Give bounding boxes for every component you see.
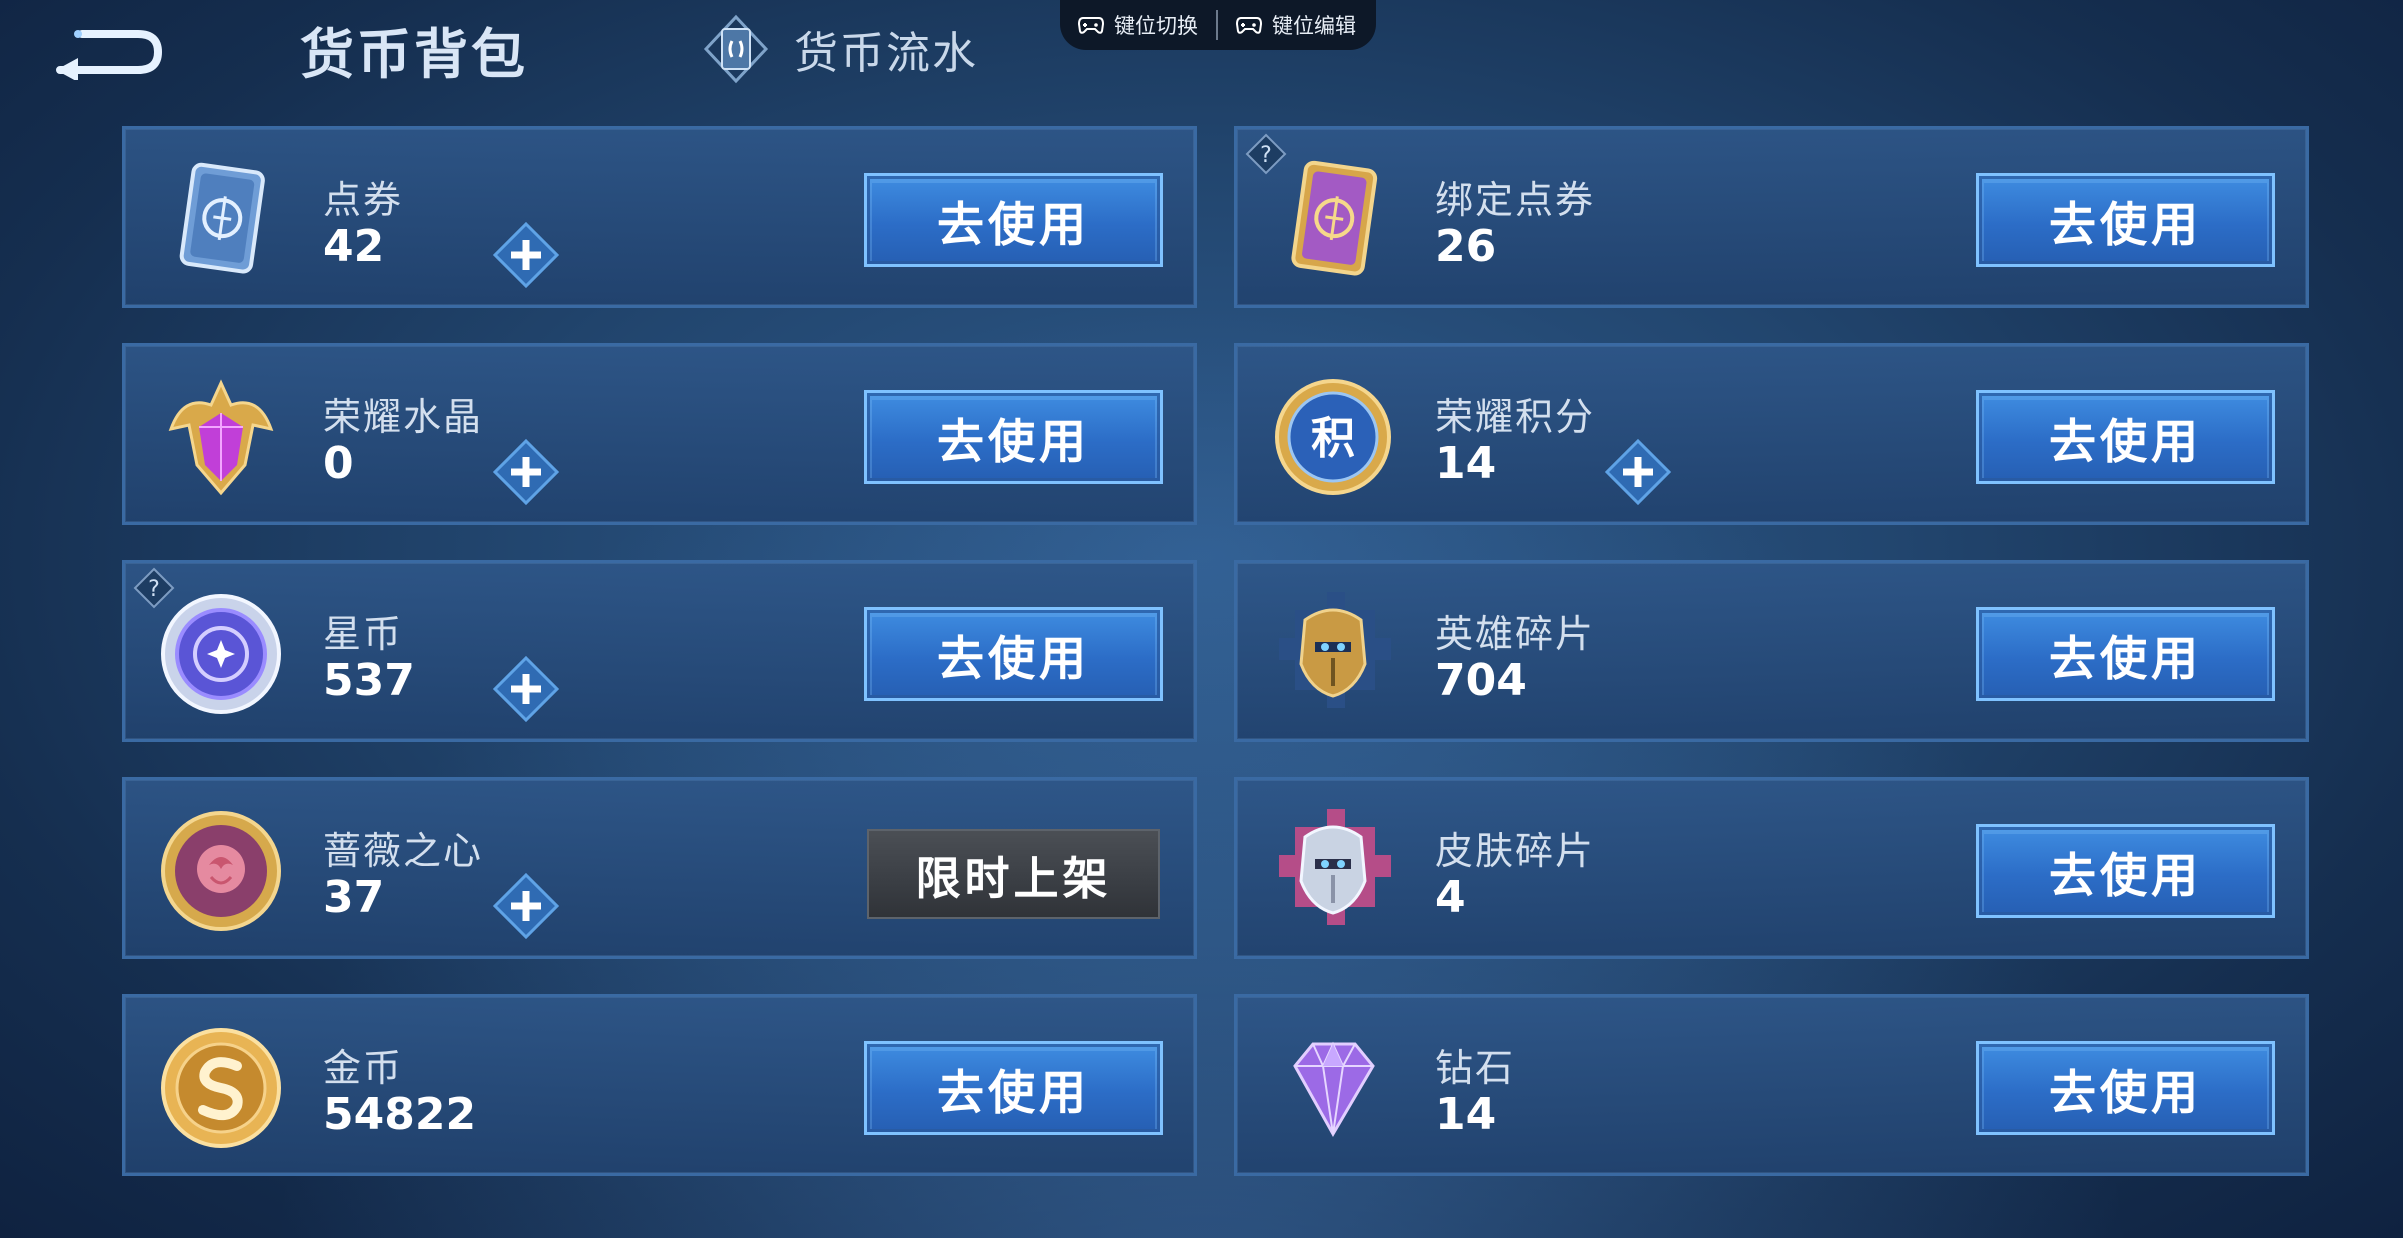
use-bound-coupon-button[interactable]: 去使用 [1976,173,2275,267]
tab-currency-bag-label: 货币背包 [300,22,528,86]
currency-card-skin-fragment: 皮肤碎片 4 去使用 [1234,777,2309,959]
use-hero-fragment-button[interactable]: 去使用 [1976,607,2275,701]
limited-time-button[interactable]: 限时上架 [867,829,1160,919]
currency-value: 4 [1435,872,1466,923]
currency-label: 绑定点券 [1435,178,1596,222]
star-coin-icon [161,594,281,714]
gold-coin-icon [161,1028,281,1148]
currency-label: 皮肤碎片 [1435,829,1596,873]
currency-label: 星币 [323,612,404,656]
currency-card-star-coin: ? 星币 537 去使用 [122,560,1197,742]
use-glory-crystal-button[interactable]: 去使用 [864,390,1163,484]
currency-label: 蔷薇之心 [323,829,484,873]
key-edit-button[interactable]: 键位编辑 [1218,0,1374,50]
currency-card-hero-fragment: 英雄碎片 704 去使用 [1234,560,2309,742]
skin-fragment-icon [1279,809,1391,925]
use-glory-points-button[interactable]: 去使用 [1976,390,2275,484]
glory-points-glyph: 积 [1311,413,1355,464]
currency-value: 704 [1435,655,1527,706]
key-switch-button[interactable]: 键位切换 [1060,0,1216,50]
tab-currency-bag[interactable]: 货币背包 [300,14,528,86]
currency-label: 荣耀水晶 [323,395,484,439]
add-glory-crystal-button[interactable] [493,439,559,505]
glory-crystal-icon [168,379,274,496]
glory-points-icon: 积 [1275,379,1391,495]
ledger-icon [703,14,769,84]
key-edit-label: 键位编辑 [1272,14,1356,38]
rose-heart-icon [161,811,281,931]
gamepad-icon [1078,17,1104,34]
currency-card-glory-points: 积 荣耀积分 14 去使用 [1234,343,2309,525]
currency-value: 37 [323,872,385,923]
currency-card-diamond: 钻石 14 去使用 [1234,994,2309,1176]
gamepad-icon [1236,17,1262,34]
currency-value: 54822 [323,1089,477,1140]
currency-card-gold-coin: 金币 54822 去使用 [122,994,1197,1176]
use-gold-coin-button[interactable]: 去使用 [864,1041,1163,1135]
key-mapping-bar: 键位切换 键位编辑 [1060,0,1376,50]
use-skin-fragment-button[interactable]: 去使用 [1976,824,2275,918]
back-button[interactable] [42,18,166,82]
currency-card-coupon: 点券 42 去使用 [122,126,1197,308]
add-rose-heart-button[interactable] [493,873,559,939]
bound-coupon-card-icon [1291,160,1378,276]
tab-currency-flow[interactable]: 货币流水 [700,14,978,84]
diamond-icon [1293,1041,1375,1138]
currency-label: 钻石 [1435,1046,1516,1090]
back-arrow-icon [56,30,163,82]
add-coupon-button[interactable] [493,222,559,288]
use-star-coin-button[interactable]: 去使用 [864,607,1163,701]
add-star-coin-button[interactable] [493,656,559,722]
currency-card-glory-crystal: 荣耀水晶 0 去使用 [122,343,1197,525]
currency-label: 英雄碎片 [1435,612,1596,656]
hero-fragment-icon [1279,592,1391,708]
coupon-card-icon [179,162,265,274]
currency-label: 点券 [323,178,404,222]
currency-label: 荣耀积分 [1435,395,1596,439]
currency-value: 14 [1435,1089,1497,1140]
add-glory-points-button[interactable] [1605,439,1671,505]
key-switch-label: 键位切换 [1114,14,1198,38]
currency-value: 14 [1435,438,1497,489]
currency-label: 金币 [323,1046,404,1090]
use-coupon-button[interactable]: 去使用 [864,173,1163,267]
use-diamond-button[interactable]: 去使用 [1976,1041,2275,1135]
currency-card-bound-coupon: ? 绑定点券 26 去使用 [1234,126,2309,308]
currency-value: 26 [1435,221,1497,272]
tab-currency-flow-label: 货币流水 [794,28,978,79]
currency-value: 42 [323,221,385,272]
currency-value: 0 [323,438,354,489]
currency-value: 537 [323,655,415,706]
currency-card-rose-heart: 蔷薇之心 37 限时上架 [122,777,1197,959]
